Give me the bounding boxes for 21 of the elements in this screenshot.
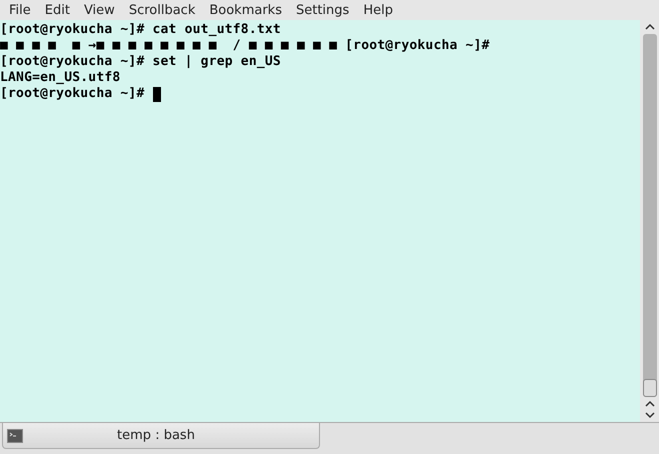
text-cursor xyxy=(152,86,161,102)
scroll-up-icon[interactable] xyxy=(644,23,656,31)
menu-item[interactable]: Settings xyxy=(288,2,356,18)
terminal-line: [root@ryokucha ~]# cat out_utf8.txt xyxy=(0,22,281,38)
menu-item[interactable]: Bookmarks xyxy=(202,2,289,18)
menu-item[interactable]: File xyxy=(2,2,38,18)
terminal-icon xyxy=(7,428,23,442)
terminal-line: [root@ryokucha ~]# set | grep en_US xyxy=(0,54,281,70)
menu-item[interactable]: Edit xyxy=(38,2,77,18)
menu-item[interactable]: Help xyxy=(356,2,400,18)
menu-item[interactable]: Scrollback xyxy=(122,2,202,18)
terminal-line: ■ ■ ■ ■ ■ →■ ■ ■ ■ ■ ■ ■ ■ / ■ ■ ■ ■ ■ ■ [root@ryokucha ~]# xyxy=(0,38,490,54)
scrollbar[interactable] xyxy=(640,20,659,422)
scroll-up-icon[interactable] xyxy=(644,400,656,408)
terminal-line: LANG=en_US.utf8 xyxy=(0,70,120,86)
terminal-line: [root@ryokucha ~]# xyxy=(0,86,146,102)
scroll-down-icon[interactable] xyxy=(644,411,656,419)
terminal-tab[interactable]: temp : bash xyxy=(2,423,320,449)
scroll-thumb[interactable] xyxy=(642,379,656,397)
terminal-area[interactable]: [root@ryokucha ~]# cat out_utf8.txt ■ ■ ■ ■ ■ →■ ■ ■ ■ ■ ■ ■ ■ / ■ ■ ■ ■ ■ ■ [root@ryokucha ~]# [root@ryokucha ~]# set | grep en_US LANG=en_US.utf8 [root@ryokucha ~]# xyxy=(0,20,640,422)
menu-item[interactable]: View xyxy=(76,2,122,18)
